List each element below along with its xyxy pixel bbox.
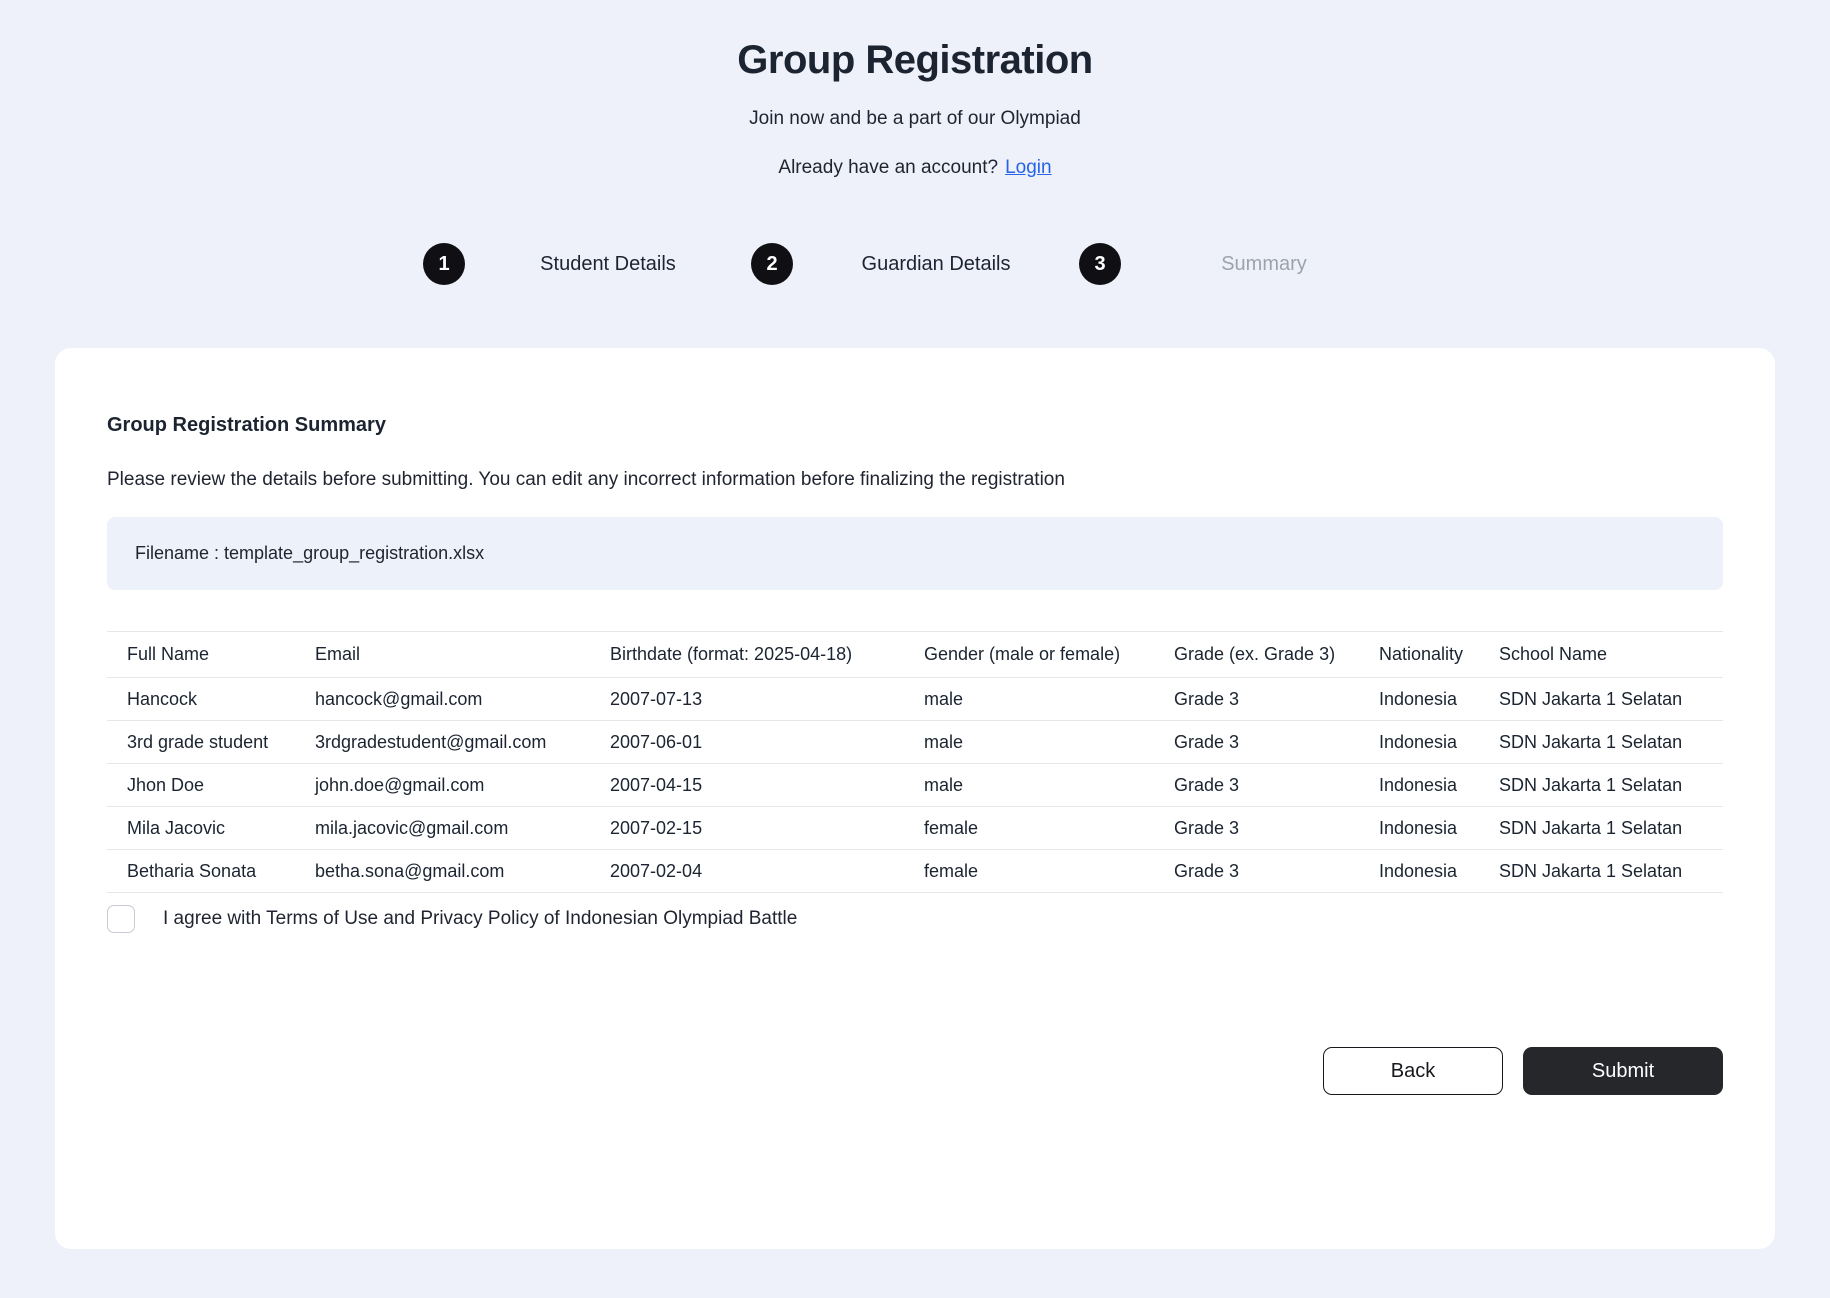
summary-heading: Group Registration Summary xyxy=(107,414,1723,437)
step-3-circle: 3 xyxy=(1079,243,1121,285)
col-header-birthdate: Birthdate (format: 2025-04-18) xyxy=(590,632,904,678)
cell-school-name: SDN Jakarta 1 Selatan xyxy=(1479,721,1723,764)
step-2-label: Guardian Details xyxy=(793,253,1079,276)
stepper: 1 Student Details 2 Guardian Details 3 S… xyxy=(0,243,1830,285)
step-student-details: 1 Student Details xyxy=(423,243,751,285)
cell-full-name: Mila Jacovic xyxy=(107,807,295,850)
cell-gender: male xyxy=(904,678,1154,721)
table-row: Betharia Sonata betha.sona@gmail.com 200… xyxy=(107,850,1723,893)
submit-button[interactable]: Submit xyxy=(1523,1047,1723,1095)
summary-card: Group Registration Summary Please review… xyxy=(55,348,1775,1249)
cell-full-name: 3rd grade student xyxy=(107,721,295,764)
step-1-circle: 1 xyxy=(423,243,465,285)
cell-nationality: Indonesia xyxy=(1359,807,1479,850)
agreement-label: I agree with Terms of Use and Privacy Po… xyxy=(163,908,797,930)
students-table: Full Name Email Birthdate (format: 2025-… xyxy=(107,631,1723,893)
cell-nationality: Indonesia xyxy=(1359,764,1479,807)
login-prompt: Already have an account? xyxy=(778,157,998,178)
page-header: Group Registration Join now and be a par… xyxy=(0,0,1830,179)
cell-full-name: Jhon Doe xyxy=(107,764,295,807)
cell-gender: male xyxy=(904,764,1154,807)
back-button[interactable]: Back xyxy=(1323,1047,1503,1095)
col-header-email: Email xyxy=(295,632,590,678)
cell-full-name: Betharia Sonata xyxy=(107,850,295,893)
cell-grade: Grade 3 xyxy=(1154,764,1359,807)
cell-nationality: Indonesia xyxy=(1359,721,1479,764)
cell-nationality: Indonesia xyxy=(1359,850,1479,893)
filename-box: Filename : template_group_registration.x… xyxy=(107,517,1723,590)
page-title: Group Registration xyxy=(0,38,1830,83)
stepper-steps: 1 Student Details 2 Guardian Details 3 S… xyxy=(423,243,1407,285)
step-2-circle: 2 xyxy=(751,243,793,285)
step-1-label: Student Details xyxy=(465,253,751,276)
cell-email: john.doe@gmail.com xyxy=(295,764,590,807)
cell-birthdate: 2007-04-15 xyxy=(590,764,904,807)
cell-school-name: SDN Jakarta 1 Selatan xyxy=(1479,807,1723,850)
cell-school-name: SDN Jakarta 1 Selatan xyxy=(1479,678,1723,721)
col-header-grade: Grade (ex. Grade 3) xyxy=(1154,632,1359,678)
form-actions: Back Submit xyxy=(107,1047,1723,1095)
terms-checkbox[interactable] xyxy=(107,905,135,933)
cell-email: betha.sona@gmail.com xyxy=(295,850,590,893)
cell-nationality: Indonesia xyxy=(1359,678,1479,721)
table-header-row: Full Name Email Birthdate (format: 2025-… xyxy=(107,632,1723,678)
col-header-full-name: Full Name xyxy=(107,632,295,678)
col-header-gender: Gender (male or female) xyxy=(904,632,1154,678)
page-subtitle: Join now and be a part of our Olympiad xyxy=(0,108,1830,130)
cell-email: mila.jacovic@gmail.com xyxy=(295,807,590,850)
col-header-school-name: School Name xyxy=(1479,632,1723,678)
table-row: Hancock hancock@gmail.com 2007-07-13 mal… xyxy=(107,678,1723,721)
step-3-label: Summary xyxy=(1121,253,1407,276)
cell-school-name: SDN Jakarta 1 Selatan xyxy=(1479,764,1723,807)
col-header-nationality: Nationality xyxy=(1359,632,1479,678)
login-link[interactable]: Login xyxy=(1005,157,1052,178)
login-row: Already have an account? Login xyxy=(0,157,1830,179)
cell-email: 3rdgradestudent@gmail.com xyxy=(295,721,590,764)
cell-birthdate: 2007-07-13 xyxy=(590,678,904,721)
agreement-row: I agree with Terms of Use and Privacy Po… xyxy=(107,905,1723,933)
cell-grade: Grade 3 xyxy=(1154,850,1359,893)
cell-full-name: Hancock xyxy=(107,678,295,721)
cell-school-name: SDN Jakarta 1 Selatan xyxy=(1479,850,1723,893)
table-row: Jhon Doe john.doe@gmail.com 2007-04-15 m… xyxy=(107,764,1723,807)
cell-grade: Grade 3 xyxy=(1154,807,1359,850)
cell-birthdate: 2007-02-04 xyxy=(590,850,904,893)
cell-grade: Grade 3 xyxy=(1154,721,1359,764)
cell-grade: Grade 3 xyxy=(1154,678,1359,721)
step-summary: 3 Summary xyxy=(1079,243,1407,285)
cell-gender: male xyxy=(904,721,1154,764)
cell-gender: female xyxy=(904,850,1154,893)
cell-email: hancock@gmail.com xyxy=(295,678,590,721)
step-guardian-details: 2 Guardian Details xyxy=(751,243,1079,285)
table-row: 3rd grade student 3rdgradestudent@gmail.… xyxy=(107,721,1723,764)
table-row: Mila Jacovic mila.jacovic@gmail.com 2007… xyxy=(107,807,1723,850)
cell-gender: female xyxy=(904,807,1154,850)
filename-label: Filename : template_group_registration.x… xyxy=(135,543,484,563)
summary-description: Please review the details before submitt… xyxy=(107,469,1723,491)
cell-birthdate: 2007-06-01 xyxy=(590,721,904,764)
cell-birthdate: 2007-02-15 xyxy=(590,807,904,850)
